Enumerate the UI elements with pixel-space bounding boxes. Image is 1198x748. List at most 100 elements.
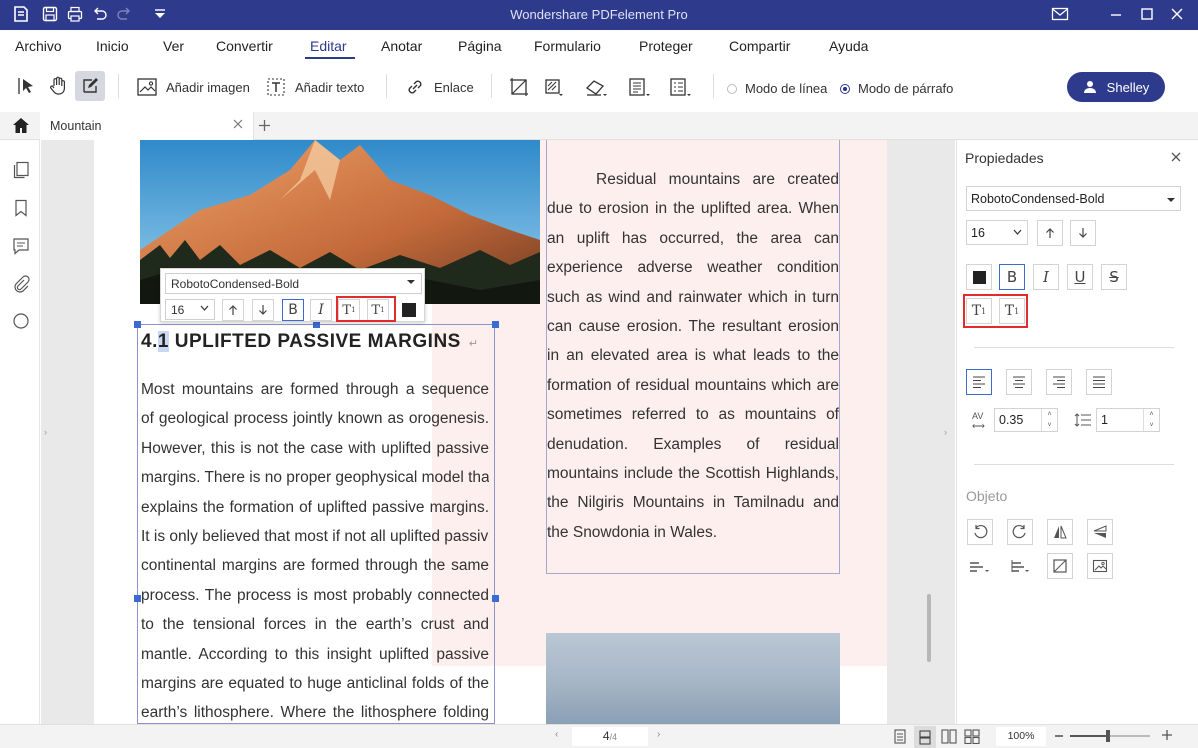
line-spacing-field[interactable]: 1 ˄ ˅	[1096, 408, 1160, 432]
character-spacing-field[interactable]: 0.35 ˄ ˅	[994, 408, 1058, 432]
bold-button[interactable]: B	[999, 264, 1025, 290]
floating-format-toolbar: RobotoCondensed-Bold 16 B I T1 T1	[160, 268, 425, 322]
maximize-icon[interactable]	[1139, 6, 1157, 24]
font-size-field[interactable]: 16	[966, 220, 1028, 245]
menu-convertir[interactable]: Convertir	[216, 38, 273, 54]
shape-tool-icon[interactable]	[581, 72, 611, 102]
zoom-slider-handle[interactable]	[1106, 730, 1110, 742]
resize-handle[interactable]	[492, 595, 499, 602]
close-panel-icon[interactable]	[1171, 152, 1181, 162]
spinner-icon[interactable]: ˄ ˅	[1041, 409, 1057, 431]
resize-handle[interactable]	[134, 595, 141, 602]
distribute-objects-button[interactable]	[1007, 553, 1033, 579]
paragraph-mode-radio[interactable]: Modo de párrafo	[840, 81, 953, 96]
two-page-view-icon[interactable]	[941, 729, 957, 744]
link-label: Enlace	[434, 79, 474, 95]
single-page-view-icon[interactable]	[893, 729, 907, 744]
menu-ayuda[interactable]: Ayuda	[829, 38, 868, 54]
selected-text: 1	[157, 331, 169, 352]
resize-handle[interactable]	[134, 321, 141, 328]
line-mode-radio[interactable]: Modo de línea	[727, 81, 827, 96]
hand-tool-icon[interactable]	[43, 71, 73, 101]
zoom-out-icon[interactable]	[1055, 735, 1063, 737]
search-icon[interactable]	[12, 312, 30, 330]
add-text-button[interactable]: Añadir texto	[265, 76, 364, 98]
menu-proteger[interactable]: Proteger	[639, 38, 693, 54]
collapse-left-panel-icon[interactable]: ›	[44, 427, 47, 437]
edit-tool-icon[interactable]	[75, 71, 105, 101]
decrease-size-button[interactable]	[1070, 220, 1096, 246]
link-button[interactable]: Enlace	[404, 76, 474, 98]
zoom-slider[interactable]	[1070, 730, 1150, 742]
comment-icon[interactable]	[12, 237, 30, 255]
align-center-button[interactable]	[1006, 369, 1032, 395]
toolbar-separator	[118, 74, 119, 98]
zoom-in-icon[interactable]	[1161, 729, 1173, 741]
add-image-button[interactable]: Añadir imagen	[136, 76, 250, 98]
vertical-scrollbar[interactable]	[927, 594, 931, 662]
font-select[interactable]: RobotoCondensed-Bold	[165, 273, 422, 294]
spinner-icon[interactable]: ˄ ˅	[1143, 409, 1159, 431]
decrease-size-button[interactable]	[252, 299, 274, 321]
close-window-icon[interactable]	[1169, 6, 1187, 24]
menu-inicio[interactable]: Inicio	[96, 38, 129, 54]
increase-size-button[interactable]	[222, 299, 244, 321]
next-page-icon[interactable]: ›	[657, 729, 660, 740]
align-left-button[interactable]	[966, 369, 992, 395]
text-block-right[interactable]: Residual mountains are created due to er…	[546, 140, 840, 574]
user-account-button[interactable]: Shelley	[1067, 72, 1165, 102]
left-paragraph[interactable]: Most mountains are formed through a sequ…	[141, 375, 489, 724]
menu-formulario[interactable]: Formulario	[534, 38, 601, 54]
font-size-select[interactable]: 16	[165, 299, 215, 320]
sky-photo[interactable]	[546, 633, 840, 724]
menu-pagina[interactable]: Página	[458, 38, 502, 54]
zoom-field[interactable]: 100%	[996, 727, 1046, 746]
menu-anotar[interactable]: Anotar	[381, 38, 422, 54]
page-number-field[interactable]: 4/4	[572, 727, 648, 746]
thumbnails-icon[interactable]	[12, 161, 30, 179]
bold-button[interactable]: B	[282, 299, 304, 321]
home-icon[interactable]	[12, 117, 30, 134]
collapse-right-panel-icon[interactable]: ›	[944, 427, 947, 437]
underline-button[interactable]: U	[1067, 264, 1093, 290]
resize-handle[interactable]	[313, 321, 320, 328]
rotate-left-button[interactable]	[967, 519, 993, 545]
header-footer-icon[interactable]	[624, 72, 654, 102]
crop-object-button[interactable]	[1047, 553, 1073, 579]
flip-horizontal-button[interactable]	[1047, 519, 1073, 545]
previous-page-icon[interactable]: ‹	[555, 729, 558, 740]
select-tool-icon[interactable]	[11, 71, 41, 101]
menu-ver[interactable]: Ver	[163, 38, 184, 54]
new-tab-icon[interactable]	[258, 119, 271, 132]
close-tab-icon[interactable]	[233, 119, 243, 129]
text-color-swatch[interactable]	[402, 303, 416, 317]
section-heading[interactable]: 4.1 UPLIFTED PASSIVE MARGINS ↵	[141, 331, 479, 353]
align-right-button[interactable]	[1046, 369, 1072, 395]
continuous-view-icon[interactable]	[914, 726, 936, 748]
crop-icon[interactable]	[504, 72, 534, 102]
right-paragraph[interactable]: Residual mountains are created due to er…	[547, 165, 839, 547]
menu-compartir[interactable]: Compartir	[729, 38, 790, 54]
tab-mountain[interactable]: Mountain	[40, 112, 254, 140]
minimize-icon[interactable]	[1108, 6, 1126, 24]
justify-button[interactable]	[1086, 369, 1112, 395]
italic-button[interactable]: I	[1033, 264, 1059, 290]
bookmark-icon[interactable]	[12, 199, 30, 217]
italic-button[interactable]: I	[310, 299, 332, 321]
fill-pattern-icon[interactable]	[538, 72, 568, 102]
strikethrough-button[interactable]: S	[1101, 264, 1127, 290]
align-objects-button[interactable]	[967, 553, 993, 579]
increase-size-button[interactable]	[1037, 220, 1063, 246]
rotate-right-button[interactable]	[1007, 519, 1033, 545]
mail-icon[interactable]	[1051, 6, 1069, 24]
two-page-continuous-view-icon[interactable]	[964, 729, 980, 744]
text-color-button[interactable]	[966, 264, 992, 290]
menu-editar[interactable]: Editar	[310, 38, 347, 54]
attachment-icon[interactable]	[12, 275, 30, 293]
bates-numbering-icon[interactable]	[665, 72, 695, 102]
flip-vertical-button[interactable]	[1087, 519, 1113, 545]
resize-handle[interactable]	[492, 321, 499, 328]
replace-image-button[interactable]	[1087, 553, 1113, 579]
font-family-select[interactable]: RobotoCondensed-Bold	[966, 186, 1181, 211]
menu-archivo[interactable]: Archivo	[15, 38, 62, 54]
